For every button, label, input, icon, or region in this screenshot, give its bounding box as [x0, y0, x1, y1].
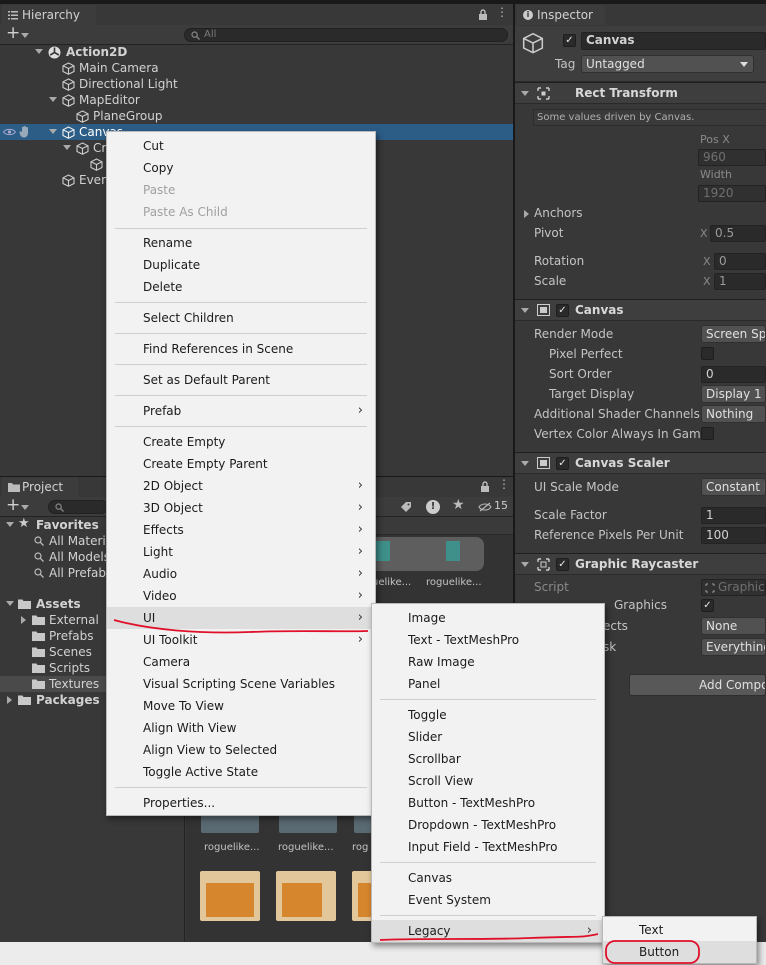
- annotation-overlay: [113, 619, 700, 964]
- annotation-circle-button: [605, 940, 700, 964]
- annotation-underline-legacy: [379, 933, 599, 941]
- annotation-underline-ui: [113, 619, 369, 634]
